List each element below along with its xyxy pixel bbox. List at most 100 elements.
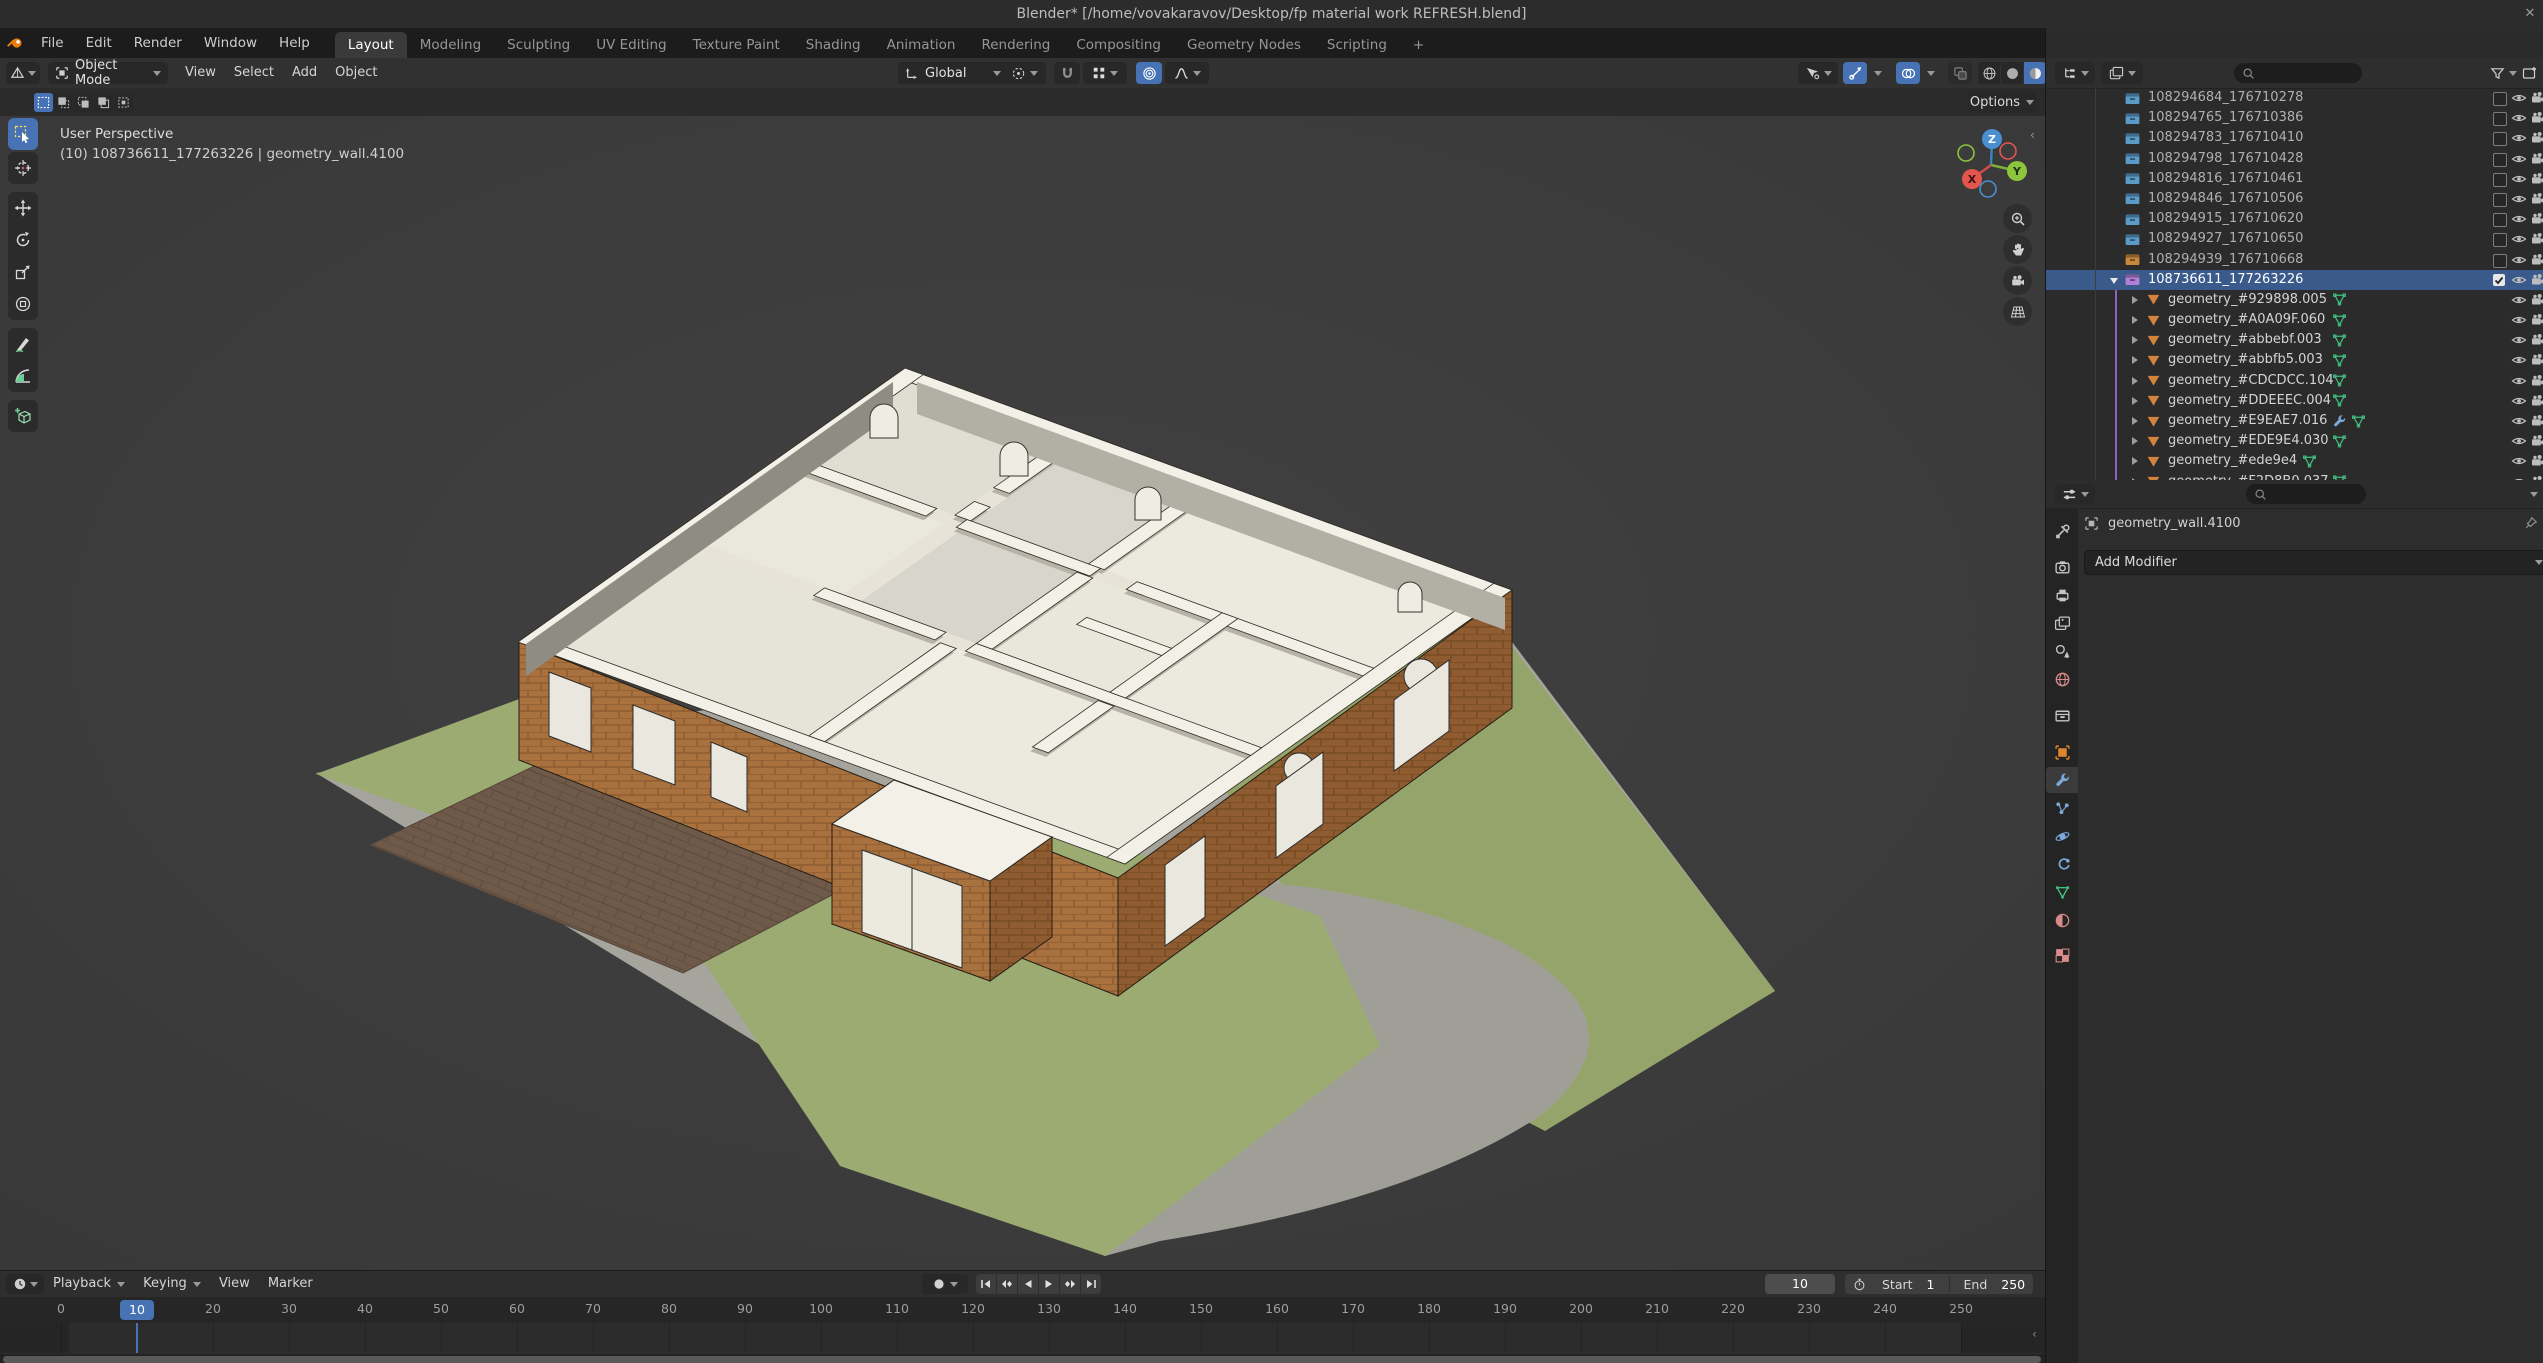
timeline-menu-keying[interactable]: Keying bbox=[134, 1271, 210, 1297]
collapse-arrow[interactable] bbox=[2110, 278, 2118, 284]
show-gizmo-toggle[interactable] bbox=[1843, 62, 1867, 84]
hide-in-viewport-toggle[interactable] bbox=[2511, 252, 2527, 268]
new-collection-button[interactable] bbox=[2522, 65, 2538, 81]
orthographic-toggle-button[interactable] bbox=[2003, 297, 2032, 326]
outliner-object-row[interactable]: geometry_#A0A09F.060 bbox=[2046, 310, 2543, 330]
timeline-ruler[interactable]: 0203040506070809010011012013014015016017… bbox=[0, 1297, 2045, 1324]
disable-in-renders-toggle[interactable] bbox=[2530, 191, 2543, 207]
select-mode-intersect[interactable] bbox=[114, 93, 133, 112]
next-keyframe-button[interactable] bbox=[1060, 1274, 1080, 1294]
outliner-editor-type-button[interactable] bbox=[2055, 62, 2095, 84]
tool-select-box[interactable] bbox=[8, 118, 38, 150]
select-mode-subtract[interactable] bbox=[74, 93, 93, 112]
disable-in-renders-toggle[interactable] bbox=[2530, 252, 2543, 268]
hide-in-viewport-toggle[interactable] bbox=[2511, 231, 2527, 247]
snap-settings-button[interactable] bbox=[1083, 62, 1127, 84]
hide-in-viewport-toggle[interactable] bbox=[2511, 332, 2527, 348]
collection-checkbox[interactable] bbox=[2493, 213, 2507, 227]
overlays-dropdown[interactable] bbox=[1922, 62, 1940, 84]
properties-tab-render[interactable] bbox=[2046, 554, 2078, 580]
properties-tab-view-layer[interactable] bbox=[2046, 610, 2078, 636]
properties-tab-object[interactable] bbox=[2046, 739, 2078, 765]
collection-checkbox[interactable] bbox=[2493, 173, 2507, 187]
proportional-editing-toggle[interactable] bbox=[1136, 62, 1162, 84]
axis-x-negative[interactable] bbox=[2000, 143, 2016, 159]
properties-tab-particles[interactable] bbox=[2046, 795, 2078, 821]
disable-in-renders-toggle[interactable] bbox=[2530, 231, 2543, 247]
disable-in-renders-toggle[interactable] bbox=[2530, 453, 2543, 469]
disable-in-renders-toggle[interactable] bbox=[2530, 211, 2543, 227]
properties-tab-physics[interactable] bbox=[2046, 823, 2078, 849]
jump-to-start-button[interactable] bbox=[976, 1274, 996, 1294]
auto-keying-button[interactable] bbox=[922, 1274, 968, 1294]
workspace-tab-geometry-nodes[interactable]: Geometry Nodes bbox=[1174, 32, 1314, 58]
properties-tab-collection[interactable] bbox=[2046, 702, 2078, 728]
play-button[interactable] bbox=[1039, 1274, 1059, 1294]
outliner-object-row[interactable]: geometry_#EDE9E4.030 bbox=[2046, 431, 2543, 451]
disable-in-renders-toggle[interactable] bbox=[2530, 130, 2543, 146]
add-workspace-button[interactable]: + bbox=[1400, 32, 1437, 58]
timeline-menu-playback[interactable]: Playback bbox=[44, 1271, 134, 1297]
current-frame-field[interactable]: 10 bbox=[1765, 1274, 1835, 1294]
disable-in-renders-toggle[interactable] bbox=[2530, 151, 2543, 167]
options-dropdown[interactable]: Options bbox=[1968, 91, 2036, 113]
workspace-tab-shading[interactable]: Shading bbox=[793, 32, 874, 58]
stopwatch-icon[interactable] bbox=[1853, 1278, 1866, 1291]
disable-in-renders-toggle[interactable] bbox=[2530, 393, 2543, 409]
disable-in-renders-toggle[interactable] bbox=[2530, 433, 2543, 449]
collection-checkbox[interactable] bbox=[2493, 254, 2507, 268]
previous-keyframe-button[interactable] bbox=[997, 1274, 1017, 1294]
xray-toggle[interactable] bbox=[1948, 62, 1972, 84]
expand-arrow[interactable] bbox=[2132, 336, 2138, 344]
disable-in-renders-toggle[interactable] bbox=[2530, 292, 2543, 308]
disable-in-renders-toggle[interactable] bbox=[2530, 90, 2543, 106]
expand-arrow[interactable] bbox=[2132, 417, 2138, 425]
camera-view-button[interactable] bbox=[2003, 266, 2032, 295]
properties-editor-type-button[interactable] bbox=[2055, 484, 2095, 504]
hide-in-viewport-toggle[interactable] bbox=[2511, 453, 2527, 469]
timeline-track-area[interactable] bbox=[0, 1323, 2045, 1353]
workspace-tab-rendering[interactable]: Rendering bbox=[968, 32, 1063, 58]
properties-tab-output[interactable] bbox=[2046, 582, 2078, 608]
tool-transform[interactable] bbox=[8, 288, 38, 320]
timeline-menu-marker[interactable]: Marker bbox=[259, 1271, 322, 1297]
outliner-object-row[interactable]: geometry_#DDEEEC.004 bbox=[2046, 391, 2543, 411]
properties-tab-data[interactable] bbox=[2046, 879, 2078, 905]
outliner-collection-row[interactable]: 108294684_176710278 bbox=[2046, 88, 2543, 108]
outliner-collection-row[interactable]: 108294927_176710650 bbox=[2046, 229, 2543, 249]
collection-checkbox[interactable] bbox=[2493, 92, 2507, 106]
mode-selector[interactable]: Object Mode bbox=[48, 62, 168, 84]
outliner-search-input[interactable] bbox=[2234, 63, 2362, 83]
workspace-tab-texture-paint[interactable]: Texture Paint bbox=[680, 32, 793, 58]
collection-checkbox[interactable] bbox=[2493, 233, 2507, 247]
add-modifier-button[interactable]: Add Modifier bbox=[2084, 550, 2543, 575]
timeline-scrollbar-handle[interactable] bbox=[3, 1356, 2041, 1363]
hide-in-viewport-toggle[interactable] bbox=[2511, 171, 2527, 187]
expand-arrow[interactable] bbox=[2132, 316, 2138, 324]
outliner-object-row[interactable]: geometry_#F2D8B0.037 bbox=[2046, 472, 2543, 480]
hide-in-viewport-toggle[interactable] bbox=[2511, 151, 2527, 167]
start-frame-field[interactable]: 1 bbox=[1927, 1277, 1935, 1292]
tool-rotate[interactable] bbox=[8, 224, 38, 256]
axis-z-negative[interactable] bbox=[1980, 181, 1996, 197]
show-overlays-toggle[interactable] bbox=[1896, 62, 1920, 84]
expand-arrow[interactable] bbox=[2132, 296, 2138, 304]
tool-add-cube[interactable] bbox=[8, 400, 38, 432]
workspace-tab-compositing[interactable]: Compositing bbox=[1063, 32, 1174, 58]
outliner-object-row[interactable]: geometry_#abbebf.003 bbox=[2046, 330, 2543, 350]
hide-in-viewport-toggle[interactable] bbox=[2511, 130, 2527, 146]
outliner-filter-button[interactable] bbox=[2490, 66, 2517, 81]
outliner-collection-row[interactable]: 108294939_176710668 bbox=[2046, 250, 2543, 270]
navigation-gizmo[interactable]: Z Y X bbox=[1946, 124, 2038, 208]
workspace-tab-scripting[interactable]: Scripting bbox=[1314, 32, 1400, 58]
timeline-collapse-arrow[interactable]: ‹ bbox=[2032, 1327, 2037, 1341]
outliner-collection-row[interactable]: 108736611_177263226 bbox=[2046, 270, 2543, 290]
outliner-collection-row[interactable]: 108294846_176710506 bbox=[2046, 189, 2543, 209]
outliner-collection-row[interactable]: 108294765_176710386 bbox=[2046, 108, 2543, 128]
collection-checkbox[interactable] bbox=[2493, 193, 2507, 207]
axis-y-negative[interactable] bbox=[1958, 145, 1974, 161]
zoom-button[interactable] bbox=[2003, 204, 2032, 233]
hide-in-viewport-toggle[interactable] bbox=[2511, 90, 2527, 106]
selectability-visibility-button[interactable] bbox=[1798, 62, 1838, 84]
menu-file[interactable]: File bbox=[30, 28, 75, 58]
